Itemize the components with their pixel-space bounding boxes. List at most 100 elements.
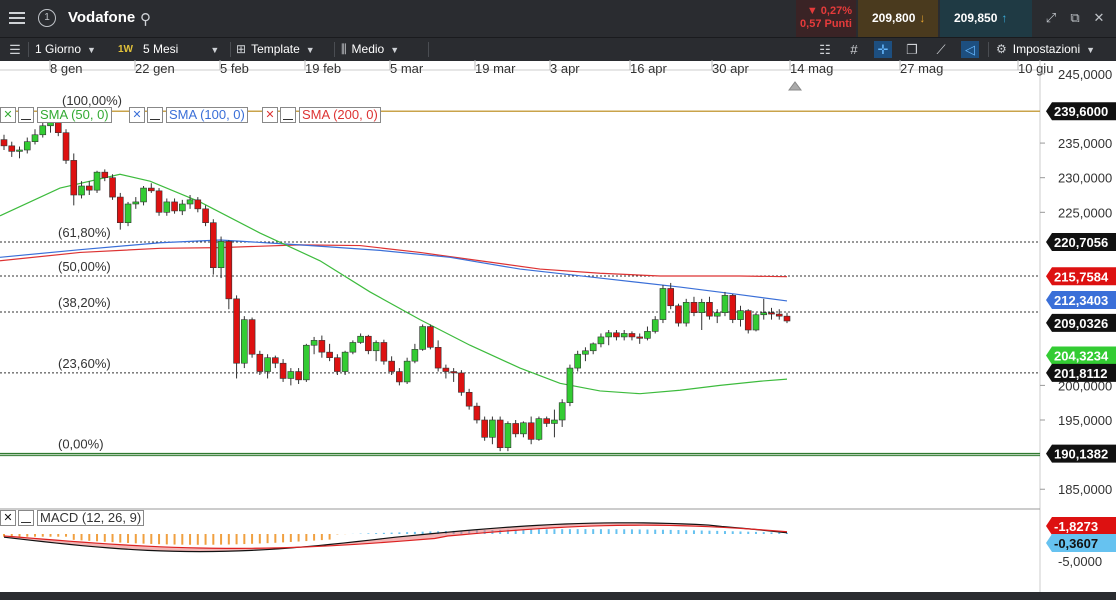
candle-body [210, 222, 217, 268]
candle-body [349, 342, 357, 353]
close-icon[interactable]: ✕ [0, 107, 16, 123]
macd-histogram-bar [568, 529, 571, 534]
macd-histogram-bar [212, 534, 215, 545]
legend-sma200[interactable]: ✕ SMA (200, 0) [262, 107, 381, 123]
macd-histogram-bar [41, 534, 44, 537]
price-chart[interactable]: 8 gen 22 gen 5 feb 19 feb 5 mar 19 mar 3 apr 16… [0, 60, 1116, 592]
candle-body [737, 310, 744, 320]
grid-icon[interactable]: # [845, 41, 863, 58]
legend-sma50-label: SMA (50, 0) [37, 107, 112, 123]
candle-body [558, 402, 566, 421]
macd-histogram-bar [716, 530, 719, 534]
chevron-down-icon: ▼ [305, 45, 315, 55]
search-icon[interactable]: ⚲ [140, 10, 151, 28]
macd-histogram-bar [282, 534, 285, 543]
list-icon[interactable]: ☰ [6, 41, 24, 58]
macd-histogram-bar [584, 529, 587, 534]
candle-body [248, 319, 256, 355]
candle-body [194, 199, 202, 210]
macd-histogram-bar [266, 534, 269, 544]
macd-histogram-bar [220, 534, 223, 545]
draw-icon[interactable]: ⟋ [932, 41, 950, 58]
legend-macd[interactable]: ✕ MACD (12, 26, 9) [0, 510, 145, 526]
chart-area[interactable]: 8 gen 22 gen 5 feb 19 feb 5 mar 19 mar 3 apr 16… [0, 60, 1116, 592]
template-label: Template [251, 42, 300, 56]
close-icon[interactable]: ✕ [1090, 9, 1108, 27]
candle-body [287, 371, 295, 379]
macd-histogram-bar [235, 534, 238, 545]
windows-icon[interactable]: ❐ [903, 41, 921, 58]
macd-histogram-bar [553, 529, 556, 534]
annotation-icon[interactable]: ◁ [961, 41, 979, 58]
x-tick-label: 5 mar [390, 61, 424, 76]
macd-histogram-bar [305, 534, 308, 542]
arrow-down-icon: ↓ [919, 11, 926, 25]
candle-body [535, 418, 543, 440]
popout-icon[interactable]: ⧉ [1066, 9, 1084, 27]
macd-histogram-bar [685, 530, 688, 534]
macd-histogram-bar [413, 531, 416, 534]
macd-histogram-bar [615, 529, 618, 534]
hide-icon[interactable] [280, 107, 296, 123]
interval-dropdown[interactable]: 1 Giorno ▼ [35, 38, 96, 61]
settings-label: Impostazioni [1012, 42, 1081, 56]
candle-body [713, 312, 721, 317]
period-quick-button[interactable]: 1W [118, 38, 133, 61]
change-percent: ▼ 0,27% [806, 5, 852, 17]
candle-body [589, 343, 597, 352]
candle-body [109, 177, 116, 198]
candle-body [295, 371, 302, 381]
x-tick-label: 8 gen [50, 61, 83, 76]
close-icon[interactable]: ✕ [129, 107, 145, 123]
candle-body [473, 405, 481, 421]
ask-button[interactable]: 209,850 ↑ [940, 0, 1032, 37]
candle-body [403, 360, 411, 383]
legend-sma50[interactable]: ✕ SMA (50, 0) [0, 107, 112, 123]
macd-histogram-bar [328, 534, 331, 540]
indicator-dropdown[interactable]: ⫼ Medio ▼ [341, 38, 399, 61]
candle-body [186, 199, 194, 205]
expand-icon[interactable]: ⤢ [1042, 9, 1060, 27]
layout-icon[interactable]: ☷ [816, 41, 834, 58]
candle-body [481, 419, 488, 438]
crosshair-icon[interactable]: ✛ [874, 41, 892, 58]
fib-label: (50,00%) [58, 259, 111, 274]
macd-histogram-bar [111, 534, 114, 543]
bid-button[interactable]: 209,800 ↓ [858, 0, 938, 37]
ask-price: 209,850 [954, 11, 998, 25]
menu-icon[interactable] [6, 9, 28, 29]
close-icon[interactable]: ✕ [0, 510, 16, 526]
candle-body [132, 201, 140, 205]
macd-histogram-bar [26, 534, 29, 537]
x-tick-label: 27 mag [900, 61, 943, 76]
info-icon[interactable]: 1 [38, 9, 56, 27]
candle-body [458, 372, 465, 393]
y-tick-label: 195,0000 [1058, 413, 1112, 428]
template-dropdown[interactable]: ⊞ Template ▼ [236, 38, 315, 61]
settings-dropdown[interactable]: ⚙ Impostazioni ▼ [996, 38, 1095, 61]
candle-body [721, 295, 729, 313]
x-tick-label: 14 mag [790, 61, 833, 76]
candle-body [520, 422, 527, 435]
candle-body [566, 367, 574, 403]
candle-body [365, 335, 372, 352]
candle-body [396, 371, 403, 383]
candle-body [217, 241, 225, 268]
price-label: 190,1382 [1054, 447, 1108, 462]
candle-body [636, 336, 644, 339]
macd-histogram-bar [57, 534, 60, 537]
chevron-down-icon: ▼ [87, 45, 96, 55]
macd-histogram-bar [747, 531, 750, 534]
period-dropdown[interactable]: 5 Mesi ▼ [143, 38, 219, 61]
legend-macd-label: MACD (12, 26, 9) [37, 510, 145, 526]
candle-body [16, 149, 23, 152]
close-icon[interactable]: ✕ [262, 107, 278, 123]
chevron-down-icon: ▼ [210, 45, 220, 55]
macd-histogram-bar [134, 534, 137, 544]
hide-icon[interactable] [147, 107, 163, 123]
fib-label: (61,80%) [58, 225, 111, 240]
legend-sma100[interactable]: ✕ SMA (100, 0) [129, 107, 248, 123]
hide-icon[interactable] [18, 510, 34, 526]
hide-icon[interactable] [18, 107, 34, 123]
x-axis: 8 gen 22 gen 5 feb 19 feb 5 mar 19 mar 3 apr 16… [49, 60, 1053, 91]
